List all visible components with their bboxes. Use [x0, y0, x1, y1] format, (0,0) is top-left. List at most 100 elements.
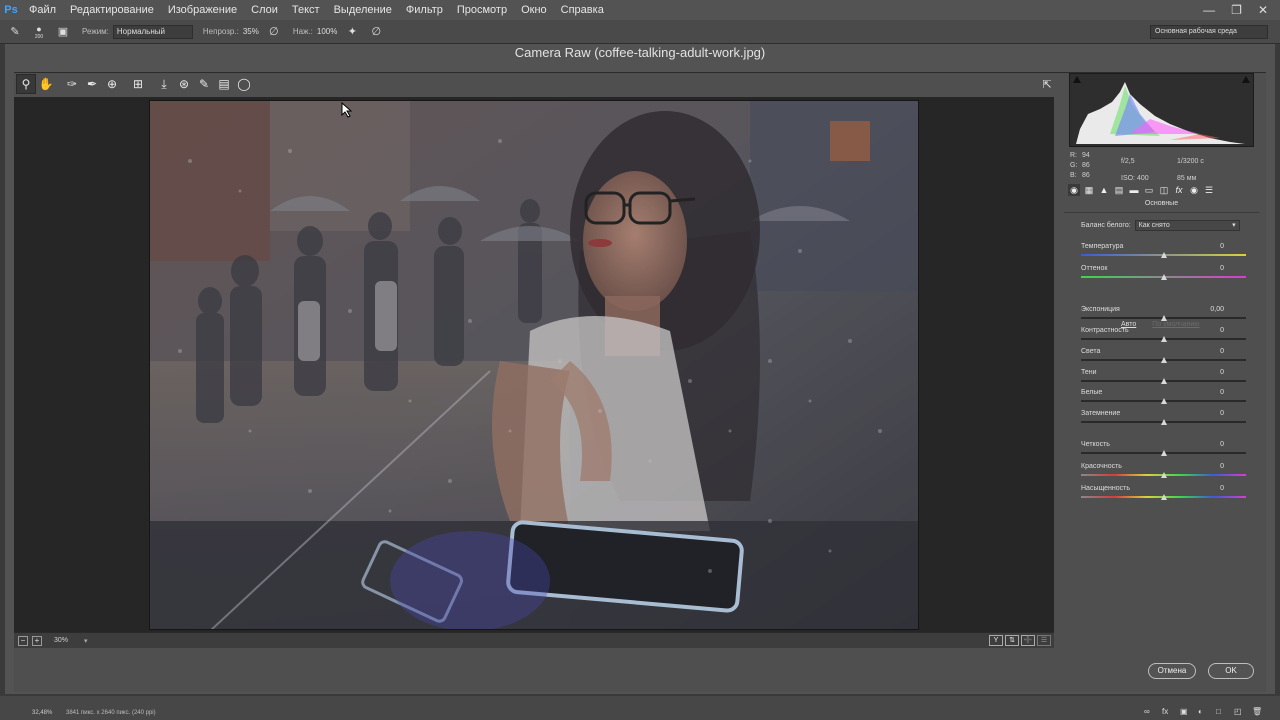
slider-8[interactable]: Четкость 0: [1081, 441, 1246, 461]
swap-settings-icon[interactable]: ⇅: [1005, 635, 1019, 646]
slider-thumb[interactable]: [1160, 419, 1167, 425]
slider-4[interactable]: Света 0: [1081, 348, 1246, 368]
slider-5[interactable]: Тени 0: [1081, 369, 1246, 389]
tab-camera-calibration-icon[interactable]: ◉: [1188, 184, 1200, 196]
flow-value[interactable]: 100%: [317, 27, 337, 36]
slider-value[interactable]: 0: [1194, 410, 1224, 417]
menu-edit[interactable]: Редактирование: [63, 0, 161, 20]
slider-value[interactable]: 0: [1194, 243, 1224, 250]
targeted-adjustment-icon[interactable]: ⊕: [102, 74, 122, 94]
white-balance-select[interactable]: Как снято: [1134, 220, 1240, 231]
tab-lens-icon[interactable]: ▭: [1143, 184, 1155, 196]
image-preview[interactable]: [14, 97, 1054, 632]
zoom-tool-icon[interactable]: ⚲: [16, 74, 36, 94]
airbrush-icon[interactable]: ✦: [343, 23, 361, 41]
new-group-icon[interactable]: □: [1216, 707, 1221, 716]
color-sampler-tool-icon[interactable]: ✒: [82, 74, 102, 94]
restore-icon[interactable]: ❐: [1231, 3, 1242, 17]
slider-thumb[interactable]: [1160, 378, 1167, 384]
opacity-value[interactable]: 35%: [243, 27, 259, 36]
slider-thumb[interactable]: [1160, 398, 1167, 404]
radial-filter-icon[interactable]: ◯: [234, 74, 254, 94]
layer-mask-icon[interactable]: ▣: [1180, 707, 1188, 716]
straighten-tool-icon[interactable]: ⤓: [154, 74, 174, 94]
tab-hsl-icon[interactable]: ▤: [1113, 184, 1125, 196]
slider-1[interactable]: Оттенок 0: [1081, 265, 1246, 285]
slider-thumb[interactable]: [1160, 252, 1167, 258]
document-info[interactable]: 3841 пикс. x 2640 пикс. (240 ppi): [66, 710, 156, 716]
close-icon[interactable]: ✕: [1258, 3, 1268, 17]
slider-thumb[interactable]: [1160, 336, 1167, 342]
slider-10[interactable]: Насыщенность 0: [1081, 485, 1246, 505]
menu-window[interactable]: Окно: [514, 0, 554, 20]
slider-value[interactable]: 0: [1194, 441, 1224, 448]
ok-button[interactable]: OK: [1208, 663, 1254, 679]
tab-split-toning-icon[interactable]: ▬: [1128, 184, 1140, 196]
pressure-opacity-icon[interactable]: ∅: [265, 23, 283, 41]
zoom-out-button[interactable]: −: [18, 635, 28, 646]
menu-filter[interactable]: Фильтр: [399, 0, 450, 20]
link-layers-icon[interactable]: ∞: [1144, 707, 1150, 716]
slider-value[interactable]: 0: [1194, 463, 1224, 470]
slider-3[interactable]: Контрастность 0: [1081, 327, 1246, 347]
tab-basic-icon[interactable]: ◉: [1068, 184, 1080, 196]
menu-image[interactable]: Изображение: [161, 0, 244, 20]
slider-value[interactable]: 0: [1194, 348, 1224, 355]
slider-value[interactable]: 0: [1194, 327, 1224, 334]
spot-removal-tool-icon[interactable]: ⊛: [174, 74, 194, 94]
layer-style-icon[interactable]: fx: [1162, 707, 1168, 716]
adjustment-brush-icon[interactable]: ✎: [194, 74, 214, 94]
slider-7[interactable]: Затемнение 0: [1081, 410, 1246, 430]
slider-thumb[interactable]: [1160, 274, 1167, 280]
photo-image[interactable]: [149, 100, 919, 630]
slider-value[interactable]: 0: [1194, 265, 1224, 272]
menu-help[interactable]: Справка: [554, 0, 611, 20]
slider-value[interactable]: 0,00: [1194, 306, 1224, 313]
preview-prefs-icon[interactable]: ☰: [1037, 635, 1051, 646]
new-layer-icon[interactable]: ◰: [1234, 707, 1242, 716]
tab-fx-icon[interactable]: fx: [1173, 184, 1185, 196]
copy-settings-icon[interactable]: ➕: [1021, 635, 1035, 646]
slider-thumb[interactable]: [1160, 357, 1167, 363]
pressure-size-icon[interactable]: ∅: [367, 23, 385, 41]
zoom-in-button[interactable]: +: [32, 635, 42, 646]
highlight-clipping-icon[interactable]: [1242, 76, 1250, 83]
menu-view[interactable]: Просмотр: [450, 0, 514, 20]
menu-layers[interactable]: Слои: [244, 0, 285, 20]
before-after-toggle-icon[interactable]: Y: [989, 635, 1003, 646]
brush-preset-icon[interactable]: ● 200: [30, 23, 48, 41]
tab-tone-curve-icon[interactable]: ▦: [1083, 184, 1095, 196]
slider-thumb[interactable]: [1160, 472, 1167, 478]
fullscreen-toggle-icon[interactable]: ⇱: [1038, 76, 1056, 92]
slider-9[interactable]: Красочность 0: [1081, 463, 1246, 483]
auto-link[interactable]: Авто: [1121, 321, 1136, 328]
slider-value[interactable]: 0: [1194, 485, 1224, 492]
delete-layer-icon[interactable]: 🗑: [1252, 707, 1262, 716]
menu-select[interactable]: Выделение: [327, 0, 399, 20]
document-zoom[interactable]: 32,48%: [32, 710, 52, 716]
minimize-icon[interactable]: —: [1203, 3, 1215, 17]
slider-value[interactable]: 0: [1194, 369, 1224, 376]
menu-type[interactable]: Текст: [285, 0, 327, 20]
brush-tool-icon[interactable]: ✎: [6, 23, 24, 41]
zoom-level[interactable]: 30%: [54, 637, 68, 644]
slider-thumb[interactable]: [1160, 450, 1167, 456]
workspace-select[interactable]: Основная рабочая среда: [1150, 25, 1268, 39]
adjustment-layer-icon[interactable]: ◐: [1198, 707, 1203, 716]
white-balance-tool-icon[interactable]: ✑: [62, 74, 82, 94]
slider-0[interactable]: Температура 0: [1081, 243, 1246, 263]
slider-value[interactable]: 0: [1194, 389, 1224, 396]
brush-panel-icon[interactable]: ▣: [54, 23, 72, 41]
tab-presets-icon[interactable]: ☰: [1203, 184, 1215, 196]
tab-effects-icon[interactable]: ◫: [1158, 184, 1170, 196]
slider-thumb[interactable]: [1160, 494, 1167, 500]
graduated-filter-icon[interactable]: ▤: [214, 74, 234, 94]
crop-tool-icon[interactable]: ⊞: [128, 74, 148, 94]
shadow-clipping-icon[interactable]: [1073, 76, 1081, 83]
mode-select[interactable]: Нормальный: [112, 24, 193, 39]
tab-detail-icon[interactable]: ▲: [1098, 184, 1110, 196]
zoom-dropdown-icon[interactable]: ▾: [84, 637, 88, 645]
menu-file[interactable]: Файл: [22, 0, 63, 20]
slider-6[interactable]: Белые 0: [1081, 389, 1246, 409]
cancel-button[interactable]: Отмена: [1148, 663, 1196, 679]
